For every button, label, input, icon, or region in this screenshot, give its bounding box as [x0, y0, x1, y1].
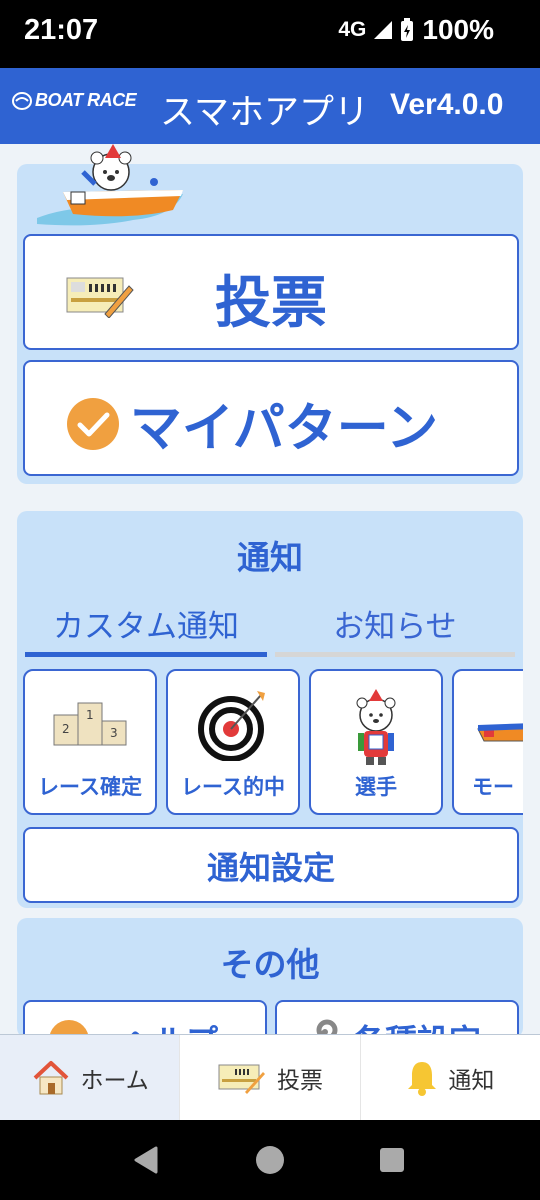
nav-vote-label: 投票: [276, 1067, 323, 1094]
vote-button[interactable]: 投票: [23, 234, 519, 350]
svg-text:2: 2: [62, 722, 70, 736]
ticket-icon: [218, 1064, 265, 1094]
other-panel: その他 ヘルプ 各種設定: [17, 918, 523, 1080]
nav-vote[interactable]: 投票: [180, 1035, 361, 1120]
category-motor[interactable]: モー: [452, 669, 523, 815]
category-race-hit[interactable]: レース的中: [166, 669, 300, 815]
other-section-title: その他: [220, 945, 320, 984]
app-bar: BOAT RACE スマホアプリ Ver4.0.0: [0, 68, 540, 144]
system-navigation-bar: [0, 1120, 540, 1200]
nav-notification[interactable]: 通知: [361, 1035, 540, 1120]
category-label: レース確定: [38, 775, 142, 799]
tab-custom-notification[interactable]: カスタム通知: [25, 601, 267, 657]
mypattern-button[interactable]: マイパターン: [23, 360, 519, 476]
home-icon: [33, 1060, 68, 1094]
motor-icon: [477, 723, 523, 742]
mascot-boat-illustration: [37, 144, 183, 226]
network-type: 4G: [338, 18, 367, 41]
battery-icon: [401, 18, 414, 41]
vote-label: 投票: [215, 271, 327, 336]
mypattern-label: マイパターン: [129, 399, 439, 459]
mascot-player-icon: [356, 689, 396, 765]
category-race-confirmed[interactable]: 2 1 3 レース確定: [23, 669, 157, 815]
notification-panel: 通知 カスタム通知 お知らせ 2 1 3 レース確定 レース的中 選手 モー 通…: [17, 511, 523, 908]
logo-text: BOAT RACE: [35, 90, 137, 110]
tab-news-label: お知らせ: [333, 609, 457, 645]
nav-home[interactable]: ホーム: [0, 1035, 181, 1120]
notification-category-row: 2 1 3 レース確定 レース的中 選手 モー: [23, 669, 523, 817]
category-label: レース的中: [181, 775, 285, 799]
status-time: 21:07: [24, 14, 99, 46]
battery-percent: 100%: [422, 14, 494, 45]
target-icon: [198, 691, 265, 761]
home-circle-icon[interactable]: [254, 1144, 286, 1176]
notification-settings-label: 通知設定: [206, 849, 335, 887]
status-indicators: 4G 100%: [338, 14, 494, 46]
bottom-navigation: ホーム 投票 通知: [0, 1034, 540, 1120]
notification-tabs: カスタム通知 お知らせ: [25, 601, 515, 657]
svg-text:3: 3: [110, 726, 118, 740]
status-bar: 21:07 4G 100%: [0, 0, 540, 68]
boatrace-logo-icon: [12, 91, 32, 110]
back-icon[interactable]: [130, 1144, 162, 1176]
category-label: モー: [472, 775, 514, 799]
bell-icon: [408, 1061, 437, 1096]
tab-news[interactable]: お知らせ: [275, 601, 515, 657]
notification-settings-button[interactable]: 通知設定: [23, 827, 519, 903]
podium-icon: 2 1 3: [53, 702, 127, 746]
main-menu-panel: 投票 マイパターン: [17, 144, 523, 484]
boatrace-logo: BOAT RACE: [12, 90, 137, 111]
recents-icon[interactable]: [378, 1146, 406, 1174]
nav-notification-label: 通知: [448, 1067, 495, 1094]
svg-text:1: 1: [86, 708, 94, 722]
notification-section-title: 通知: [237, 538, 303, 577]
category-label: 選手: [355, 775, 397, 799]
app-title: スマホアプリ: [160, 93, 369, 133]
app-version: Ver4.0.0: [390, 88, 504, 121]
signal-icon: [374, 21, 393, 39]
category-player[interactable]: 選手: [309, 669, 443, 815]
tab-custom-notification-label: カスタム通知: [53, 609, 239, 645]
nav-home-label: ホーム: [80, 1067, 149, 1094]
